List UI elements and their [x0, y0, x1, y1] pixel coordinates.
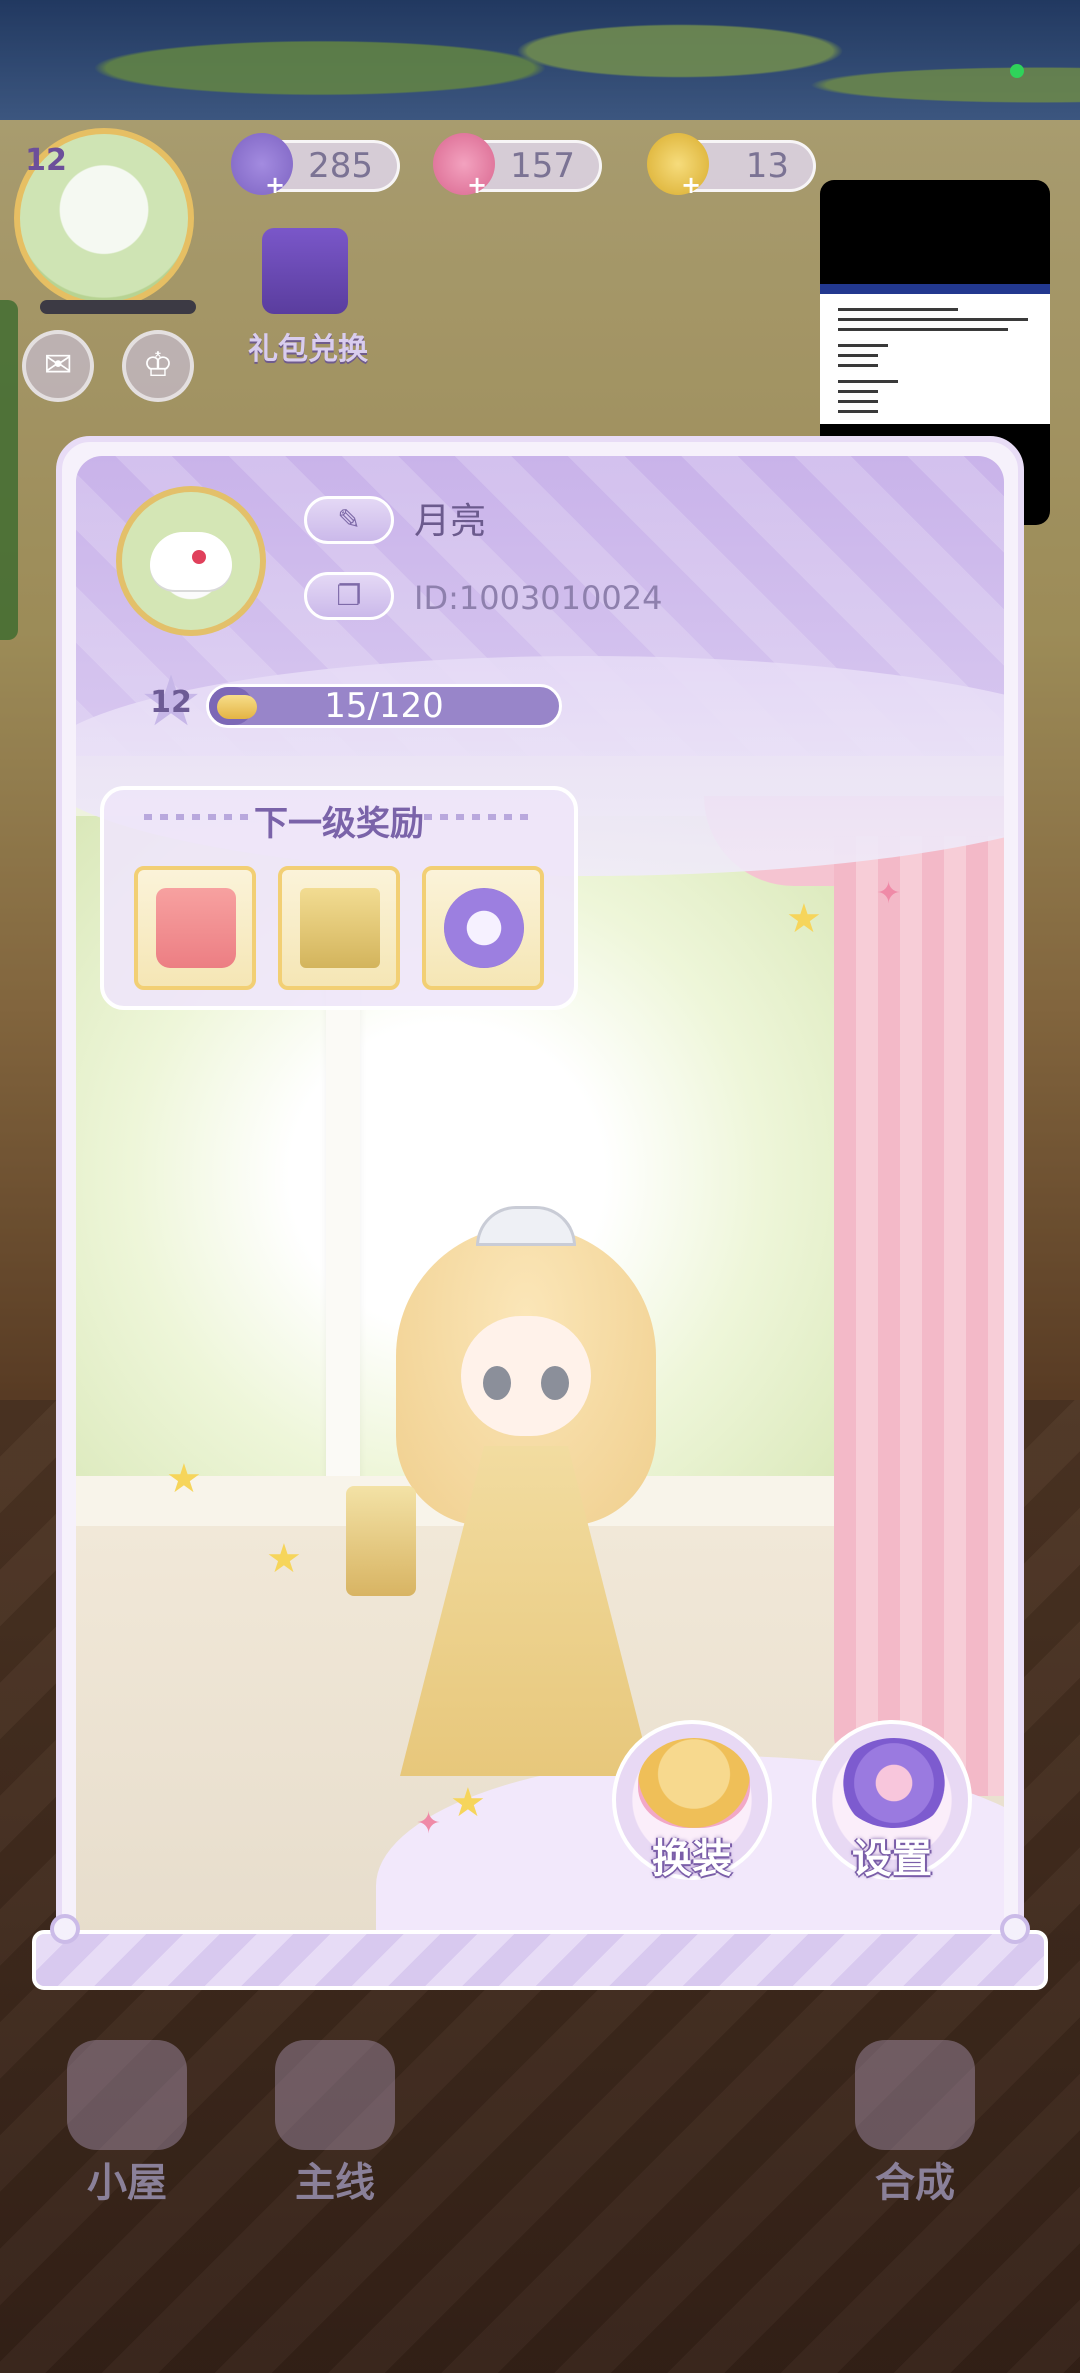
book-icon — [275, 2040, 395, 2150]
text-line — [838, 390, 878, 393]
text-line — [838, 410, 878, 413]
mail-button[interactable]: ✉ — [22, 330, 94, 402]
settings-label: 设置 — [852, 1836, 932, 1882]
left-side-tab[interactable] — [0, 300, 18, 640]
sparkle-icon: ✦ — [416, 1806, 442, 1841]
character-eye — [541, 1366, 569, 1400]
gift-exchange-label[interactable]: 礼包兑换 — [248, 324, 368, 368]
hud-exp-bar — [40, 300, 196, 314]
status-indicator-dot — [1010, 64, 1024, 78]
plus-icon: + — [265, 171, 286, 199]
gear-icon — [838, 1738, 950, 1828]
gem-value: 157 — [510, 146, 575, 186]
coin-value: 13 — [745, 146, 789, 186]
profile-avatar[interactable] — [116, 486, 266, 636]
candelabra-icon — [346, 1486, 416, 1596]
dress-up-label: 换装 — [652, 1836, 732, 1882]
edit-name-button[interactable]: ✎ — [304, 496, 394, 544]
player-id: ID:1003010024 — [414, 579, 663, 617]
reward-slot[interactable] — [278, 866, 400, 990]
character-eye — [483, 1366, 511, 1400]
tiara-icon — [476, 1206, 576, 1246]
star-icon: ★ — [166, 1456, 202, 1502]
plus-icon: + — [681, 171, 702, 199]
hat-icon — [638, 1738, 750, 1828]
settings-button[interactable]: 设置 — [812, 1720, 972, 1882]
plus-icon: + — [467, 171, 488, 199]
energy-counter[interactable]: + 285 — [231, 133, 400, 199]
text-line — [838, 364, 878, 367]
envelope-icon: ✉ — [43, 345, 73, 385]
energy-value: 285 — [308, 146, 373, 186]
star-icon: ★ — [266, 1536, 302, 1582]
profile-panel-content: ✎ 月亮 ❐ ID:1003010024 ★ 12 15/120 下一级奖励 ★… — [76, 456, 1004, 1930]
cat-avatar-icon — [150, 532, 232, 590]
document-page — [820, 284, 1050, 424]
nav-merge-button[interactable]: 合成 — [840, 2040, 990, 2210]
next-level-rewards: 下一级奖励 — [100, 786, 578, 1010]
character-figure — [346, 1196, 676, 1796]
bag-icon — [156, 888, 236, 968]
nav-house-label: 小屋 — [87, 2160, 167, 2206]
gift-box-icon[interactable] — [262, 228, 348, 314]
hud-level-badge: 12 — [25, 143, 67, 178]
rewards-title: 下一级奖励 — [254, 804, 424, 844]
exp-progress-bar: 15/120 — [206, 684, 562, 728]
nav-house-button[interactable]: 小屋 — [52, 2040, 202, 2210]
panel-corner-knob — [50, 1914, 80, 1944]
text-line — [838, 344, 888, 347]
pink-curtain — [834, 836, 1004, 1796]
pencil-icon: ✎ — [337, 503, 361, 536]
star-icon: ★ — [786, 896, 822, 942]
nav-merge-label: 合成 — [875, 2160, 955, 2206]
box-icon — [300, 888, 380, 968]
panel-base-bar — [32, 1930, 1048, 1990]
text-line — [838, 380, 898, 383]
shirt-icon: ♔ — [142, 345, 174, 385]
wardrobe-button[interactable]: ♔ — [122, 330, 194, 402]
reward-slot[interactable] — [422, 866, 544, 990]
panel-corner-knob — [1000, 1914, 1030, 1944]
nav-story-label: 主线 — [295, 2160, 375, 2206]
ring-icon — [444, 888, 524, 968]
copy-id-button[interactable]: ❐ — [304, 572, 394, 620]
profile-panel: ✎ 月亮 ❐ ID:1003010024 ★ 12 15/120 下一级奖励 ★… — [56, 436, 1024, 1936]
reward-slot[interactable] — [134, 866, 256, 990]
sparkle-icon: ✦ — [876, 876, 902, 911]
house-icon — [67, 2040, 187, 2150]
character-face — [461, 1316, 591, 1436]
nav-story-button[interactable]: 主线 — [260, 2040, 410, 2210]
text-line — [838, 400, 878, 403]
dress-up-button[interactable]: 换装 — [612, 1720, 772, 1882]
cat-eye — [192, 550, 206, 564]
text-line — [838, 308, 958, 311]
coin-counter[interactable]: + 13 — [647, 133, 816, 199]
star-icon: ★ — [450, 1780, 486, 1826]
document-header-bar — [820, 284, 1050, 294]
gem-counter[interactable]: + 157 — [433, 133, 602, 199]
player-name: 月亮 — [414, 501, 487, 542]
teacup-icon — [855, 2040, 975, 2150]
text-line — [838, 318, 1028, 321]
copy-icon: ❐ — [336, 579, 362, 612]
exp-progress-text: 15/120 — [324, 686, 444, 726]
text-line — [838, 328, 1008, 331]
text-line — [838, 354, 878, 357]
level-number: 12 — [150, 685, 192, 720]
